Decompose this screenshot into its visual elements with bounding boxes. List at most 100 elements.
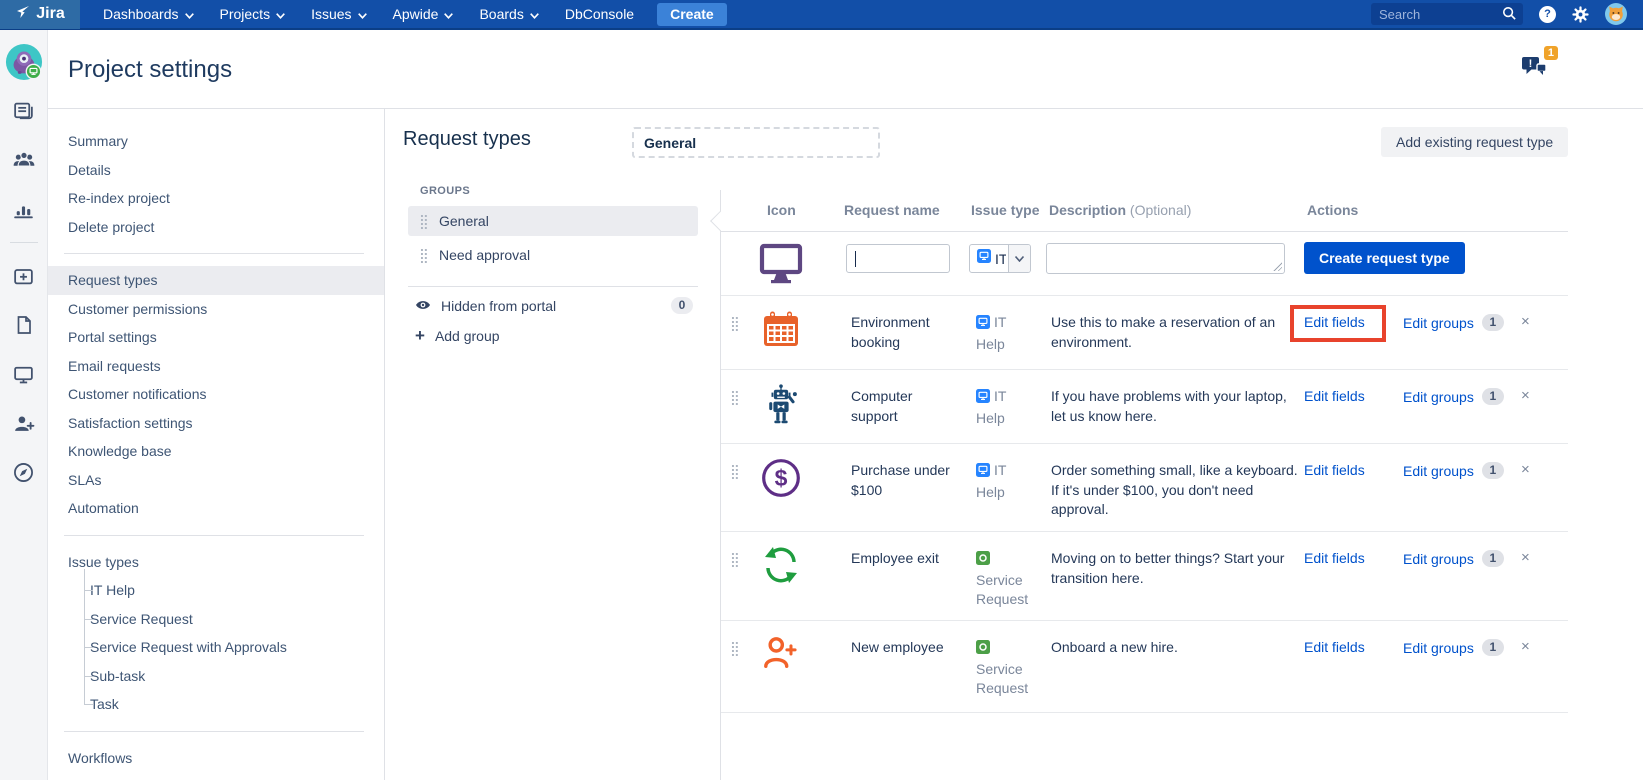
feedback-badge: 1 [1544,46,1558,60]
nav-item-label: Apwide [393,6,439,22]
chevron-down-icon [185,6,194,22]
feedback-icon[interactable]: ! 1 [1520,52,1554,84]
issue-type-sub-task[interactable]: Sub-task [48,662,384,691]
help-icon[interactable]: ? [1539,6,1556,23]
user-avatar[interactable] [1605,3,1627,25]
request-type-row: Computer supportIT HelpIf you have probl… [721,370,1568,444]
nav-item-issues[interactable]: Issues [298,0,379,29]
group-item-need-approval[interactable]: Need approval [408,240,698,270]
sidebar-item-re-index-project[interactable]: Re-index project [48,184,384,213]
it-help-icon [976,315,990,335]
issue-type-service-request-with-approvals[interactable]: Service Request with Approvals [48,633,384,662]
sidebar-item-issue-types[interactable]: Issue types [48,548,384,577]
edit-groups-link[interactable]: Edit groups1 [1403,314,1504,331]
remove-request-type-icon[interactable]: × [1521,461,1530,478]
sidebar-item-customer-notifications[interactable]: Customer notifications [48,380,384,409]
request-description: Order something small, like a keyboard. … [1051,461,1299,520]
drag-handle[interactable] [731,390,738,405]
monitor-icon[interactable] [757,242,805,289]
sidebar-item-email-requests[interactable]: Email requests [48,352,384,381]
nav-item-projects[interactable]: Projects [207,0,299,29]
create-request-type-button[interactable]: Create request type [1304,242,1465,274]
hidden-from-portal-item[interactable]: Hidden from portal 0 [415,297,693,314]
raise-request-icon[interactable] [4,256,44,296]
remove-request-type-icon[interactable]: × [1521,387,1530,404]
add-group-button[interactable]: + Add group [415,328,500,344]
edit-fields-link[interactable]: Edit fields [1304,314,1365,330]
queues-icon[interactable] [4,91,44,131]
sidebar-item-customer-permissions[interactable]: Customer permissions [48,295,384,324]
svg-text:!: ! [1529,58,1533,70]
nav-item-label: DbConsole [565,6,634,22]
search-input[interactable] [1371,3,1523,25]
edit-groups-link[interactable]: Edit groups1 [1403,639,1504,656]
sidebar-item-workflows[interactable]: Workflows [48,744,384,773]
groups-count-badge: 1 [1482,550,1504,567]
remove-request-type-icon[interactable]: × [1521,313,1530,330]
issue-type-label: Service Request [976,572,1028,608]
search-box [1371,3,1523,25]
nav-item-dbconsole[interactable]: DbConsole [552,0,647,29]
drag-handle[interactable] [731,316,738,331]
request-name-input[interactable] [846,244,950,273]
nav-item-boards[interactable]: Boards [466,0,551,29]
resize-grip[interactable] [1272,261,1282,271]
edit-fields-link[interactable]: Edit fields [1304,550,1365,566]
reports-icon[interactable] [4,189,44,229]
issue-type-cell: IT Help [976,313,1036,354]
table-header: Icon Request name Issue type Description… [721,190,1568,232]
sidebar-item-satisfaction-settings[interactable]: Satisfaction settings [48,409,384,438]
edit-fields-link[interactable]: Edit fields [1304,462,1365,478]
request-type-row: New employeeService RequestOnboard a new… [721,621,1568,713]
group-name-field[interactable]: General [632,127,880,158]
gear-icon[interactable] [1572,6,1589,23]
group-item-general[interactable]: General [408,206,698,236]
remove-request-type-icon[interactable]: × [1521,549,1530,566]
col-description: Description (Optional) [1049,202,1191,218]
invite-team-icon[interactable] [4,403,44,443]
issue-type-task[interactable]: Task [48,690,384,719]
discover-icon[interactable] [4,452,44,492]
sidebar-item-summary[interactable]: Summary [48,127,384,156]
customers-icon[interactable] [4,140,44,180]
issue-type-service-request[interactable]: Service Request [48,605,384,634]
project-avatar[interactable] [4,42,44,82]
sidebar-item-automation[interactable]: Automation [48,494,384,523]
drag-handle[interactable] [731,641,738,656]
sidebar-divider [64,731,364,732]
edit-fields-link[interactable]: Edit fields [1304,388,1365,404]
hidden-from-portal-label: Hidden from portal [441,298,556,314]
sidebar-item-delete-project[interactable]: Delete project [48,213,384,242]
nav-item-apwide[interactable]: Apwide [380,0,467,29]
sidebar-item-details[interactable]: Details [48,156,384,185]
drag-handle[interactable] [731,464,738,479]
edit-fields-link[interactable]: Edit fields [1304,639,1365,655]
edit-groups-label: Edit groups [1403,315,1474,331]
add-existing-request-type-button[interactable]: Add existing request type [1381,127,1568,157]
description-textarea[interactable] [1046,243,1285,274]
issue-type-it-help[interactable]: IT Help [48,576,384,605]
sidebar-item-slas[interactable]: SLAs [48,466,384,495]
issue-type-cell: Service Request [976,638,1036,699]
issue-type-select[interactable]: IT Help [969,244,1031,273]
nav-item-dashboards[interactable]: Dashboards [90,0,207,29]
edit-groups-link[interactable]: Edit groups1 [1403,462,1504,479]
drag-handle[interactable] [731,552,738,567]
jira-logo[interactable]: Jira [0,0,80,29]
nav-item-label: Boards [479,6,523,22]
select-dropdown-arrow-icon[interactable] [1008,245,1030,272]
create-button[interactable]: Create [657,3,727,26]
drag-handle[interactable] [420,214,427,229]
sidebar-item-knowledge-base[interactable]: Knowledge base [48,437,384,466]
sidebar-item-portal-settings[interactable]: Portal settings [48,323,384,352]
edit-groups-link[interactable]: Edit groups1 [1403,550,1504,567]
request-type-row: Employee exitService RequestMoving on to… [721,532,1568,621]
edit-groups-link[interactable]: Edit groups1 [1403,388,1504,405]
remove-request-type-icon[interactable]: × [1521,638,1530,655]
channels-icon[interactable] [4,354,44,394]
drag-handle[interactable] [420,248,427,263]
navbar-right: ? [1371,3,1643,25]
articles-icon[interactable] [4,305,44,345]
sidebar-item-request-types[interactable]: Request types [48,266,384,295]
person-add-icon [757,634,805,677]
